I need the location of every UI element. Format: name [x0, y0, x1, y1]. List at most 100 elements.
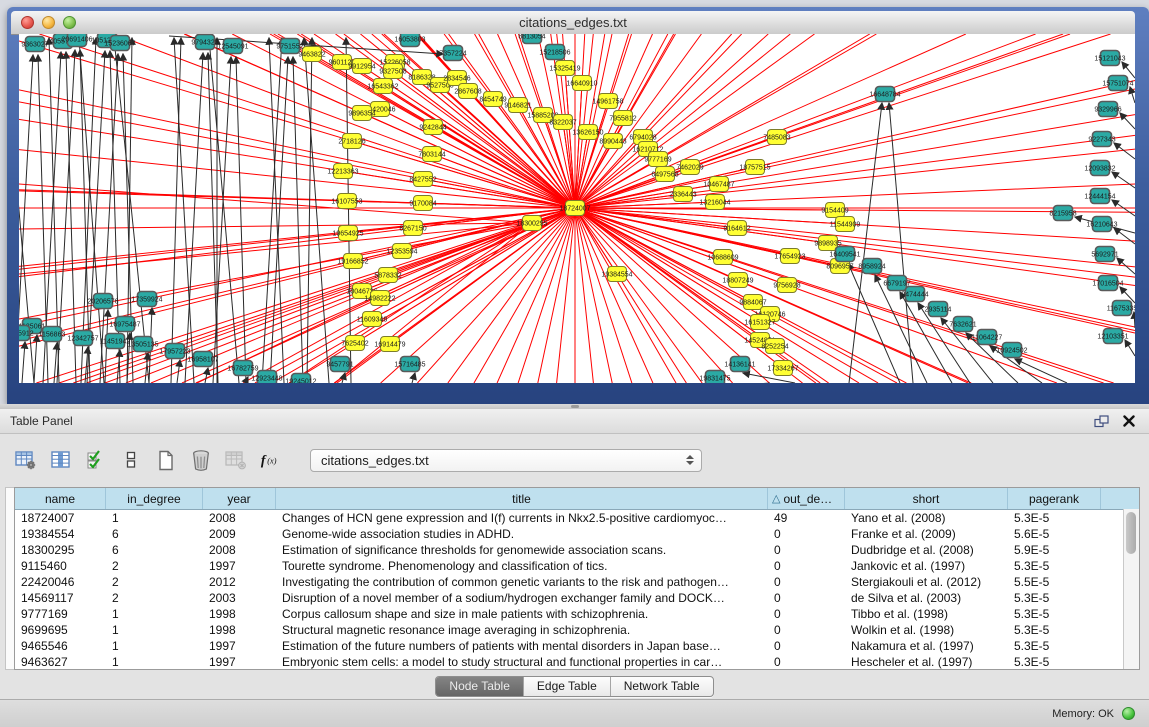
table-cell[interactable]: Estimation of significance thresholds fo… — [276, 542, 768, 558]
table-cell[interactable]: Estimation of the future numbers of pati… — [276, 638, 768, 654]
network-node[interactable]: 11675335 — [1107, 301, 1135, 316]
network-node[interactable]: 9756928 — [773, 278, 800, 293]
table-cell[interactable]: 22420046 — [15, 574, 106, 590]
network-node[interactable]: 8990443 — [599, 134, 626, 149]
table-cell[interactable]: 1998 — [203, 622, 276, 638]
table-cell[interactable]: 2008 — [203, 510, 276, 526]
network-node[interactable]: 9457791 — [326, 357, 353, 372]
network-node[interactable]: 9227343 — [1088, 132, 1115, 147]
network-node[interactable]: 8322037 — [549, 115, 576, 130]
table-row[interactable]: 969969511998Structural magnetic resonanc… — [15, 622, 1139, 638]
column-header-pagerank[interactable]: pagerank — [1008, 488, 1101, 509]
network-node[interactable]: 16914479 — [374, 337, 405, 352]
table-cell[interactable]: 49 — [768, 510, 845, 526]
table-cell[interactable]: 6 — [106, 526, 203, 542]
network-node[interactable]: 19245012 — [285, 374, 316, 384]
network-node[interactable]: 19831475 — [699, 371, 730, 384]
table-cell[interactable]: 0 — [768, 654, 845, 670]
network-node[interactable]: 5692971 — [1091, 247, 1118, 262]
table-cell[interactable]: Nakamura et al. (1997) — [845, 638, 1008, 654]
table-cell[interactable]: 5.3E-5 — [1008, 654, 1101, 670]
table-cell[interactable]: 5.9E-5 — [1008, 542, 1101, 558]
network-node[interactable]: 12444154 — [1084, 189, 1115, 204]
network-node[interactable]: 15121043 — [1094, 51, 1125, 66]
table-cell[interactable]: 9777169 — [15, 606, 106, 622]
network-window[interactable]: citations_edges.txt 18724007946382296011… — [7, 7, 1149, 404]
table-row[interactable]: 911546021997Tourette syndrome. Phenomeno… — [15, 558, 1139, 574]
network-node[interactable]: 16975487 — [109, 317, 140, 332]
network-node[interactable]: 8813054 — [518, 34, 545, 44]
table-row[interactable]: 2242004622012Investigating the contribut… — [15, 574, 1139, 590]
table-cell[interactable]: 1998 — [203, 606, 276, 622]
table-cell[interactable]: de Silva et al. (2003) — [845, 590, 1008, 606]
table-cell[interactable]: 5.3E-5 — [1008, 558, 1101, 574]
network-node[interactable]: 16640910 — [566, 76, 597, 91]
network-node[interactable]: 10924502 — [996, 343, 1027, 358]
table-cell[interactable]: 5.5E-5 — [1008, 574, 1101, 590]
network-node[interactable]: 9363027 — [21, 37, 48, 52]
network-node[interactable]: 17016504 — [1092, 276, 1123, 291]
float-window-icon[interactable] — [1094, 415, 1109, 428]
network-node[interactable]: 15218506 — [539, 45, 570, 60]
table-cell[interactable]: 0 — [768, 638, 845, 654]
table-cell[interactable]: Franke et al. (2009) — [845, 526, 1008, 542]
table-cell[interactable]: Investigating the contribution of common… — [276, 574, 768, 590]
table-cell[interactable]: 2 — [106, 574, 203, 590]
column-visibility-icon[interactable] — [49, 448, 73, 472]
table-cell[interactable]: 9699695 — [15, 622, 106, 638]
network-node[interactable]: 9751552 — [276, 39, 303, 54]
network-node[interactable]: 6497568 — [651, 167, 678, 182]
table-cell[interactable]: 2003 — [203, 590, 276, 606]
network-node[interactable]: 13626150 — [572, 125, 603, 140]
network-node[interactable]: 8215958 — [1049, 206, 1076, 221]
network-node[interactable]: 15325419 — [549, 61, 580, 76]
table-cell[interactable]: Yano et al. (2008) — [845, 510, 1008, 526]
table-scrollbar-thumb[interactable] — [1126, 512, 1136, 554]
table-cell[interactable]: 1997 — [203, 558, 276, 574]
network-node[interactable]: 7632621 — [949, 317, 976, 332]
network-node[interactable]: 15716485 — [394, 357, 425, 372]
table-cell[interactable]: Structural magnetic resonance image aver… — [276, 622, 768, 638]
tab-edge-table[interactable]: Edge Table — [524, 677, 611, 696]
table-scrollbar[interactable] — [1123, 509, 1139, 669]
table-cell[interactable]: 9465546 — [15, 638, 106, 654]
table-row[interactable]: 1872400712008Changes of HCN gene express… — [15, 510, 1139, 526]
table-cell[interactable]: 9463627 — [15, 654, 106, 670]
network-node[interactable]: 11544909 — [830, 217, 861, 232]
network-node[interactable]: 8252254 — [761, 339, 788, 354]
network-node[interactable]: 16648784 — [869, 87, 900, 102]
table-cell[interactable]: 6 — [106, 542, 203, 558]
network-node[interactable]: 16210643 — [1086, 217, 1117, 232]
table-row[interactable]: 1456911722003Disruption of a novel membe… — [15, 590, 1139, 606]
table-cell[interactable]: 1997 — [203, 654, 276, 670]
network-node[interactable]: 9896354 — [348, 106, 375, 121]
network-node[interactable]: 19654925 — [332, 226, 363, 241]
table-cell[interactable]: Genome-wide association studies in ADHD. — [276, 526, 768, 542]
network-node[interactable]: 9794323 — [191, 35, 218, 50]
table-cell[interactable]: 1 — [106, 654, 203, 670]
network-node[interactable]: 7485083 — [763, 130, 790, 145]
table-cell[interactable]: 5.3E-5 — [1008, 606, 1101, 622]
table-cell[interactable]: 0 — [768, 542, 845, 558]
table-cell[interactable]: 1997 — [203, 638, 276, 654]
select-rows-icon[interactable] — [84, 448, 108, 472]
table-cell[interactable]: 2 — [106, 558, 203, 574]
network-node[interactable]: 5878332 — [374, 268, 401, 283]
table-cell[interactable]: 0 — [768, 590, 845, 606]
table-row[interactable]: 946362711997Embryonic stem cells: a mode… — [15, 654, 1139, 670]
network-node[interactable]: 9242844 — [419, 120, 446, 135]
table-cell[interactable]: Embryonic stem cells: a model to study s… — [276, 654, 768, 670]
network-node[interactable]: 17359924 — [131, 292, 162, 307]
network-node[interactable]: 7625402 — [341, 336, 368, 351]
column-header-short[interactable]: short — [845, 488, 1008, 509]
table-cell[interactable]: 1 — [106, 638, 203, 654]
table-cell[interactable]: 2012 — [203, 574, 276, 590]
table-cell[interactable]: 5.3E-5 — [1008, 638, 1101, 654]
table-cell[interactable]: Hescheler et al. (1997) — [845, 654, 1008, 670]
network-node[interactable]: 17334267 — [767, 361, 798, 376]
column-header-year[interactable]: year — [203, 488, 276, 509]
table-row[interactable]: 1830029562008Estimation of significance … — [15, 542, 1139, 558]
network-node[interactable]: 9146821 — [504, 98, 531, 113]
network-node[interactable]: 19384554 — [601, 267, 632, 282]
network-node[interactable]: 9154409 — [821, 203, 848, 218]
